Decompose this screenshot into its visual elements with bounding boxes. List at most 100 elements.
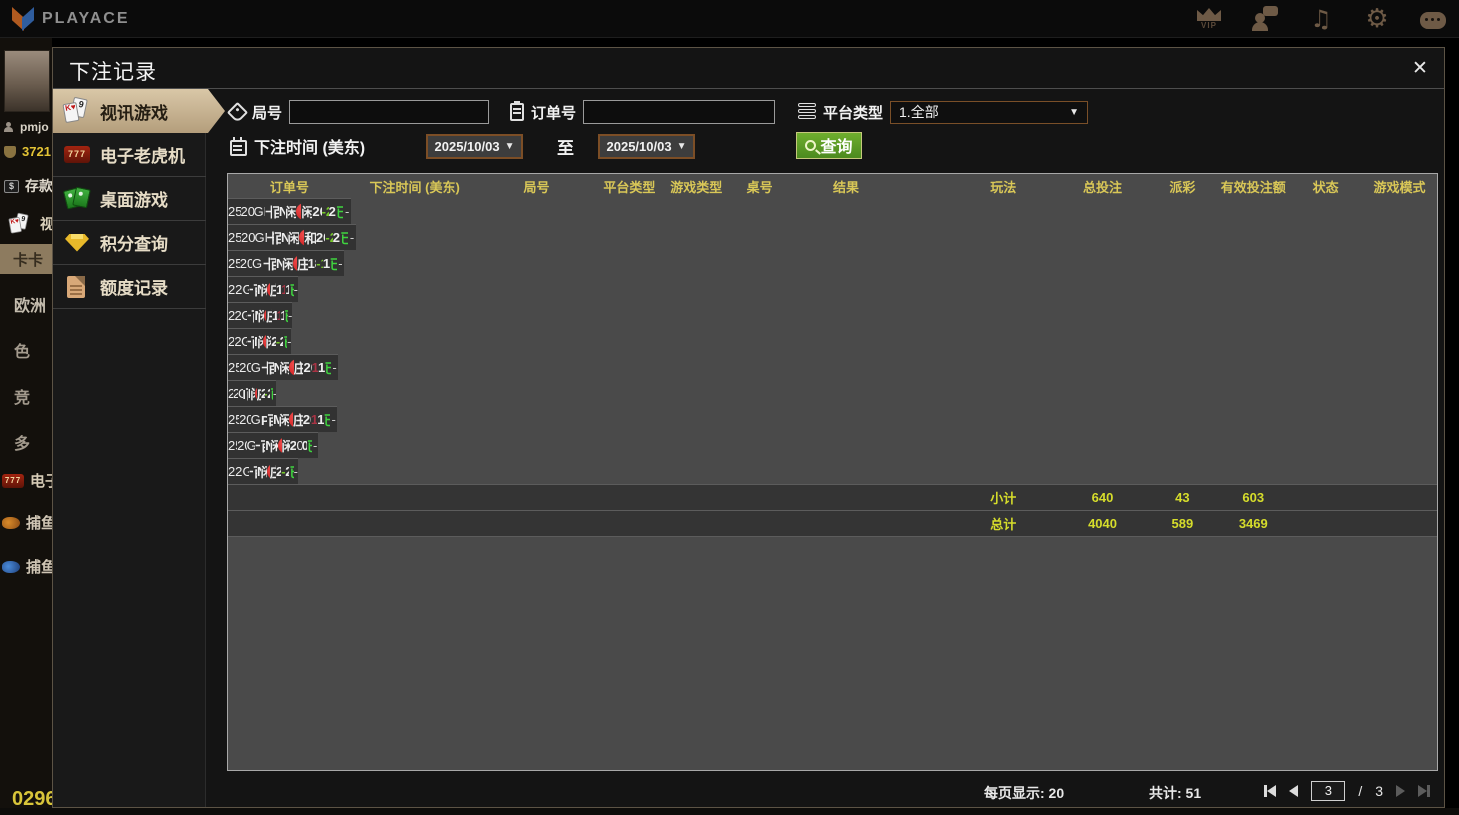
cell-game-mode: -	[293, 464, 298, 479]
background-nav-item[interactable]: 欧洲	[0, 292, 52, 316]
cards-icon: 9 K♥	[8, 212, 31, 235]
dialog-title-bar: 下注记录 ✕	[53, 48, 1444, 89]
cell-game-id: GN01525A030KT	[246, 438, 256, 453]
replay-play-icon[interactable]	[292, 255, 298, 273]
dialog-content: 局号 订单号 平台类型 1.全部 ▼ 下注时间 (美东) 2025/10/03 …	[226, 89, 1440, 807]
platform-type-select[interactable]: 1.全部 ▼	[890, 100, 1089, 124]
settings-gear-icon[interactable]: ⚙	[1361, 3, 1393, 35]
cell-replay	[299, 229, 305, 247]
table-header-cell: 玩法	[990, 179, 1017, 195]
cell-order-no: 251003090022163	[228, 256, 240, 271]
background-nav-fishing[interactable]: 捕鱼	[2, 512, 52, 533]
sidebar-item-table-games[interactable]: 桌面游戏	[53, 177, 206, 221]
game-id-input[interactable]	[289, 100, 490, 124]
sidebar-item-label: 额度记录	[100, 279, 168, 298]
sidebar-item-slots[interactable]: 777 电子老虎机	[53, 133, 206, 177]
date-to-picker[interactable]: 2025/10/03 ▼	[598, 133, 695, 159]
replay-play-icon[interactable]	[263, 333, 266, 351]
order-no-input[interactable]	[583, 100, 776, 124]
table-row: 251003090005100 2025-10-03 09:14:27 GN00…	[228, 354, 338, 380]
music-icon[interactable]: ♫	[1305, 3, 1337, 35]
cell-platform: 卡卡湾厅	[265, 205, 273, 220]
total-label: 总计	[990, 517, 1017, 532]
replay-play-icon[interactable]	[289, 359, 294, 377]
replay-play-icon[interactable]	[278, 437, 282, 455]
last-page-icon[interactable]	[1418, 785, 1430, 797]
replay-play-icon[interactable]	[288, 411, 293, 429]
cell-game-mode: -	[288, 308, 292, 323]
replay-play-icon[interactable]	[299, 229, 305, 247]
background-nav-video[interactable]: 9 K♥ 视讯	[6, 210, 52, 238]
replay-play-icon[interactable]	[266, 463, 270, 481]
sidebar-item-video-games[interactable]: 9 K♥ 视讯游戏	[53, 89, 225, 133]
cell-game-id: GN00825A030KZ	[250, 360, 262, 375]
search-button[interactable]: 查询	[796, 131, 862, 159]
platform-list-icon	[798, 103, 816, 121]
background-nav-kaka[interactable]: 卡卡	[0, 244, 52, 274]
top-bar: PLAYACE VIP ♫ ⚙	[0, 0, 1459, 38]
table-header-cell: 游戏模式	[1373, 179, 1426, 195]
cell-total-bet: 20	[289, 438, 297, 453]
cell-bet-time: 2025-10-03 09:16:28	[241, 230, 255, 245]
cell-replay	[266, 281, 270, 299]
total-count-label: 共计: 51	[1149, 785, 1202, 801]
total-valid-bet: 3469	[1238, 516, 1268, 531]
page-number-input[interactable]: 3	[1311, 781, 1346, 801]
cell-bet-time: 2025-10-03 09:15:11	[234, 308, 242, 323]
sidebar-item-label: 电子老虎机	[100, 147, 185, 166]
table-header-cell: 订单号	[269, 179, 309, 195]
cell-total-bet: 180	[307, 256, 317, 271]
sidebar-item-label: 桌面游戏	[100, 191, 168, 210]
replay-play-icon[interactable]	[296, 203, 302, 221]
cell-replay	[289, 359, 294, 377]
close-icon[interactable]: ✕	[1408, 57, 1432, 81]
cards-icon: 9 K♥	[63, 97, 91, 125]
background-nav-item[interactable]: 多	[0, 430, 52, 454]
background-nav-item[interactable]: 竞	[0, 384, 52, 408]
total-pages: 3	[1375, 783, 1383, 799]
cell-bet-time: 2025-10-03 09:15:26	[235, 282, 243, 297]
subtotal-row: 小计 640 43 603	[228, 484, 1437, 510]
pagination-bar: 每页显示: 20 共计: 51 3 / 3	[226, 779, 1440, 807]
date-from-picker[interactable]: 2025/10/03 ▼	[426, 133, 523, 159]
cell-game-type: 百家乐	[274, 231, 281, 246]
chat-icon[interactable]	[1417, 3, 1449, 35]
cell-replay	[292, 255, 298, 273]
cell-replay	[263, 307, 267, 325]
table-empty-area	[228, 536, 1437, 770]
customer-support-icon[interactable]	[1249, 3, 1281, 35]
table-row: 251003090027278 2025-10-03 09:16:28 GN03…	[228, 224, 356, 250]
tag-icon	[226, 101, 249, 123]
table-row: 251003090016388 2025-10-03 09:15:26 GN03…	[228, 276, 298, 302]
cell-total-bet: 20	[312, 204, 321, 219]
background-lobby-strip: pmjo 3721 $ 存款 9 K♥ 视讯 卡卡 欧洲 色 竞 多 777 电…	[0, 38, 52, 815]
platform-type-label: 平台类型	[823, 104, 884, 122]
background-username: pmjo	[4, 120, 52, 134]
sidebar-item-quota-records[interactable]: 额度记录	[53, 265, 206, 309]
cell-result: 闲 4 庄 7	[287, 231, 300, 246]
table-header-cell: 状态	[1312, 179, 1339, 195]
vip-icon[interactable]: VIP	[1193, 3, 1225, 35]
person-icon	[4, 122, 14, 132]
background-nav-fishing[interactable]: 捕鱼	[2, 556, 52, 577]
cell-status: 已派彩	[329, 257, 337, 272]
replay-play-icon[interactable]	[263, 307, 267, 325]
background-deposit-button[interactable]: $ 存款	[4, 176, 52, 196]
first-page-icon[interactable]	[1264, 785, 1277, 797]
table-row: 251003090000642 2025-10-03 09:14:02 GN01…	[228, 432, 318, 458]
prev-page-icon[interactable]	[1289, 785, 1299, 797]
slot-777-icon: 777	[2, 473, 24, 488]
cell-game-mode: -	[293, 282, 298, 297]
cell-total-bet: 20	[302, 412, 311, 427]
background-nav-item[interactable]: 色	[0, 338, 52, 362]
total-total-bet: 4040	[1088, 516, 1117, 531]
background-balance: 3721	[4, 144, 52, 159]
replay-play-icon[interactable]	[266, 281, 270, 299]
next-page-icon[interactable]	[1396, 785, 1405, 797]
table-header-cell: 派彩	[1169, 179, 1196, 195]
background-nav-slots[interactable]: 777 电子	[2, 470, 52, 491]
sidebar-item-points-query[interactable]: 积分查询	[53, 221, 206, 265]
search-icon	[805, 139, 817, 151]
dialog-sidebar: 9 K♥ 视讯游戏 777 电子老虎机 桌面游戏 积分查询 额度记录	[53, 89, 206, 807]
table-header-cell: 游戏类型	[670, 179, 723, 195]
